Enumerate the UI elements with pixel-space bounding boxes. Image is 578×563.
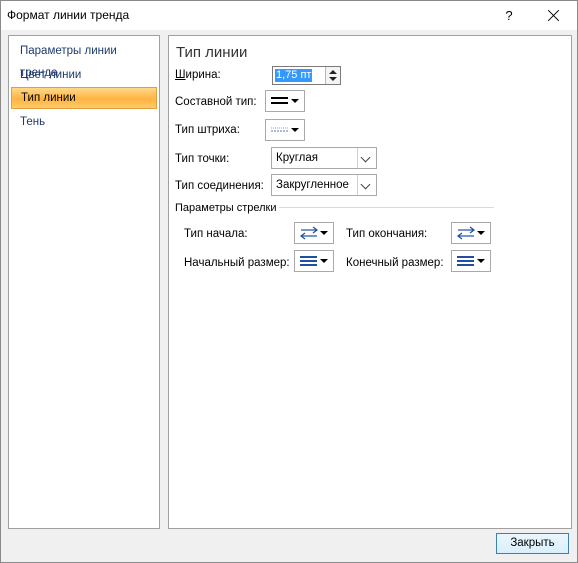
width-label: Ширина:	[175, 69, 221, 81]
begin-type-dropdown[interactable]	[294, 222, 334, 244]
compound-line-icon	[271, 97, 288, 104]
nav-item-line-color[interactable]: Цвет линии	[11, 64, 157, 86]
nav-item-line-style[interactable]: Тип линии	[11, 87, 157, 109]
compound-type-dropdown[interactable]	[265, 90, 305, 112]
arrow-settings-heading: Параметры стрелки	[175, 202, 277, 214]
line-style-panel: Тип линии Ширина: 1,75 пт Составной тип:…	[168, 35, 572, 529]
nav-item-trendline-options[interactable]: Параметры линии тренда	[11, 40, 157, 79]
begin-size-label: Начальный размер:	[184, 257, 290, 269]
panel-title: Тип линии	[176, 44, 248, 61]
join-type-label: Тип соединения:	[175, 180, 264, 192]
end-type-label: Тип окончания:	[346, 228, 428, 240]
section-divider	[279, 207, 494, 208]
width-value[interactable]: 1,75 пт	[275, 69, 313, 82]
dash-type-dropdown[interactable]	[265, 119, 305, 141]
end-type-dropdown[interactable]	[451, 222, 491, 244]
chevron-down-icon	[477, 231, 485, 235]
chevron-down-icon	[320, 259, 328, 263]
chevron-down-icon	[320, 231, 328, 235]
end-size-label: Конечный размер:	[346, 257, 444, 269]
cap-type-label: Тип точки:	[175, 153, 230, 165]
arrow-type-icon	[457, 226, 475, 240]
chevron-down-icon	[291, 99, 299, 103]
title-bar: Формат линии тренда ?	[1, 1, 577, 30]
chevron-down-icon[interactable]	[357, 175, 376, 195]
dialog-title: Формат линии тренда	[7, 8, 130, 22]
width-spin-buttons[interactable]	[325, 67, 340, 84]
arrow-size-icon	[300, 256, 317, 266]
end-size-dropdown[interactable]	[451, 250, 491, 272]
nav-item-shadow[interactable]: Тень	[11, 111, 157, 133]
chevron-down-icon	[477, 259, 485, 263]
compound-type-label: Составной тип:	[175, 96, 257, 108]
help-button[interactable]: ?	[497, 5, 521, 27]
begin-size-dropdown[interactable]	[294, 250, 334, 272]
format-trendline-dialog: Формат линии тренда ? Параметры линии тр…	[0, 0, 578, 563]
cap-type-value: Круглая	[276, 152, 318, 164]
join-type-value: Закругленное	[276, 179, 349, 191]
dash-type-label: Тип штриха:	[175, 124, 240, 136]
spin-up-icon[interactable]	[329, 70, 337, 74]
arrow-type-icon	[300, 226, 318, 240]
close-button[interactable]: Закрыть	[496, 533, 569, 554]
category-list: Параметры линии тренда Цвет линии Тип ли…	[8, 35, 160, 529]
dash-pattern-icon	[271, 127, 288, 132]
arrow-size-icon	[457, 256, 474, 266]
join-type-select[interactable]: Закругленное	[271, 174, 377, 196]
spin-down-icon[interactable]	[329, 77, 337, 81]
cap-type-select[interactable]: Круглая	[271, 147, 377, 169]
chevron-down-icon[interactable]	[357, 148, 376, 168]
width-spinner[interactable]: 1,75 пт	[272, 66, 341, 85]
close-icon[interactable]	[542, 5, 566, 27]
chevron-down-icon	[291, 128, 299, 132]
begin-type-label: Тип начала:	[184, 228, 248, 240]
